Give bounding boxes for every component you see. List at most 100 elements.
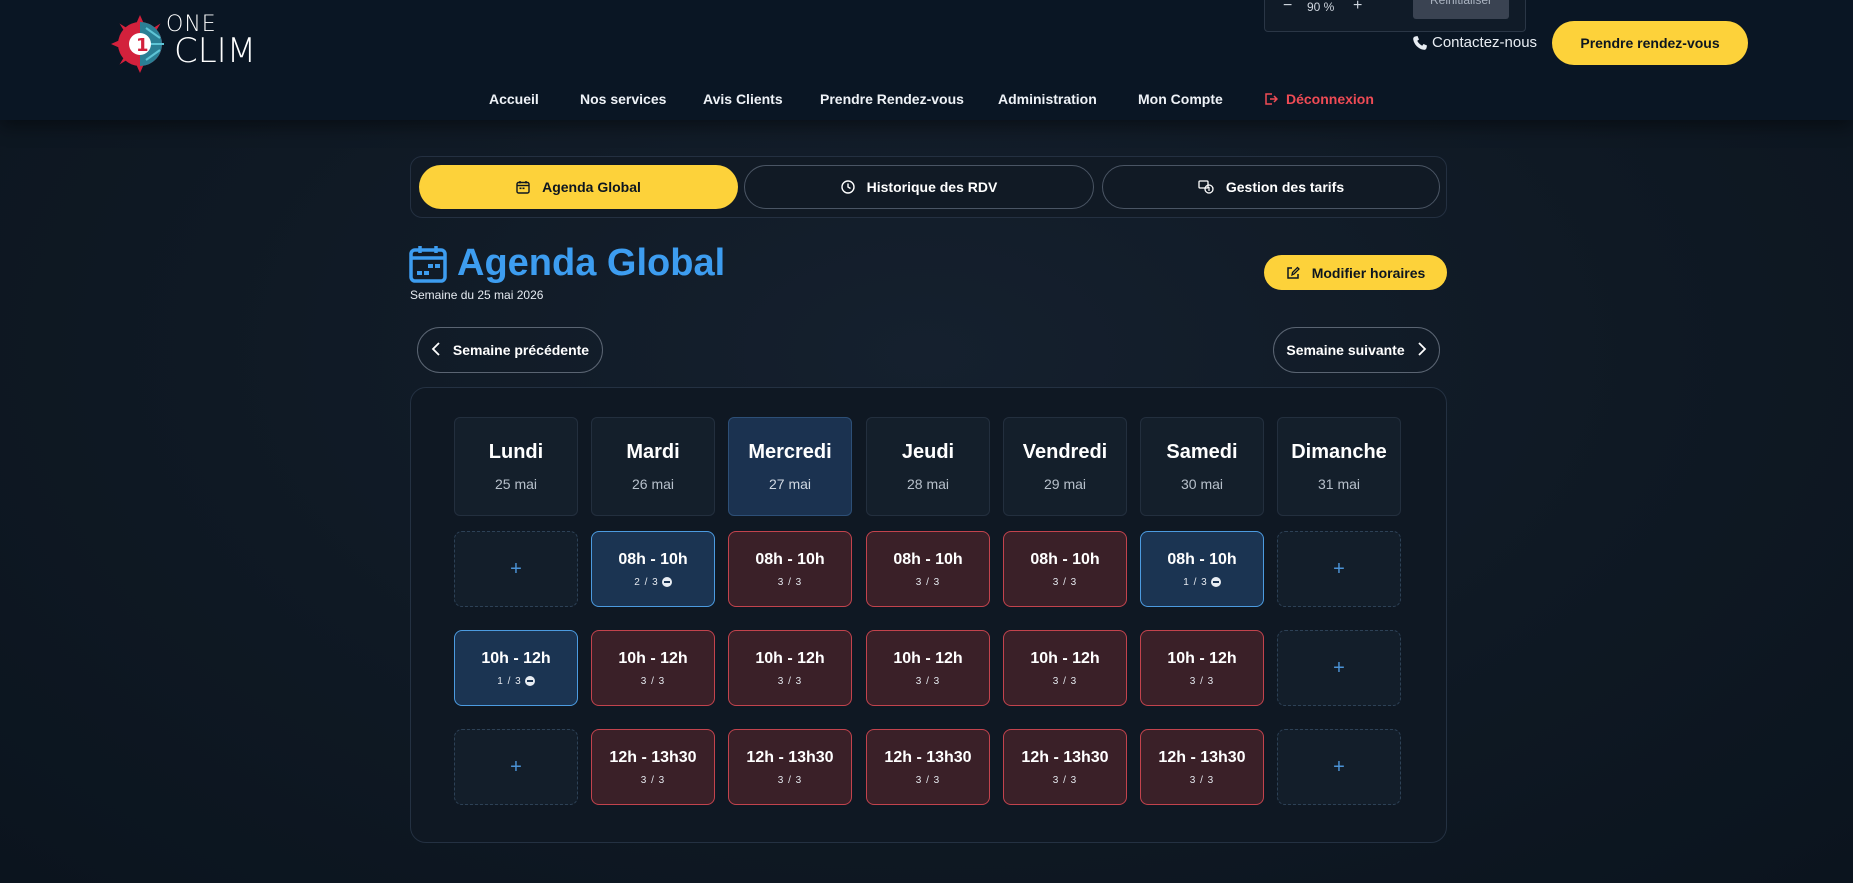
slot-count-value: 3 / 3 — [1189, 675, 1215, 687]
day-header-lundi: Lundi 25 mai — [454, 417, 578, 516]
calendar-icon — [409, 245, 447, 283]
slot-count-value: 3 / 3 — [1052, 774, 1078, 786]
zoom-level: 90 % — [1307, 0, 1335, 14]
nav-item-accueil[interactable]: Accueil — [489, 91, 539, 107]
day-header-jeudi: Jeudi 28 mai — [866, 417, 990, 516]
slot-full[interactable]: 08h - 10h 3 / 3 — [866, 531, 990, 607]
slot-capacity: 1 / 3 — [497, 675, 535, 687]
slot-full[interactable]: 08h - 10h 3 / 3 — [1003, 531, 1127, 607]
slot-capacity: 3 / 3 — [641, 775, 665, 786]
contact-link[interactable]: Contactez-nous — [1412, 34, 1537, 51]
day-date: 31 mai — [1317, 476, 1361, 492]
nav-item-prendre-rdv[interactable]: Prendre Rendez-vous — [820, 91, 964, 107]
slot-count-value: 3 / 3 — [777, 774, 803, 786]
nav-item-logout[interactable]: Déconnexion — [1264, 91, 1374, 107]
slot-full[interactable]: 12h - 13h30 3 / 3 — [1140, 729, 1264, 805]
prev-week-button[interactable]: Semaine précédente — [417, 327, 603, 373]
day-date: 29 mai — [1043, 476, 1087, 492]
slot-available[interactable]: 10h - 12h 1 / 3 — [454, 630, 578, 706]
day-header-samedi: Samedi 30 mai — [1140, 417, 1264, 516]
day-date: 30 mai — [1180, 476, 1224, 492]
slot-time: 08h - 10h — [1167, 550, 1237, 568]
slot-capacity: 3 / 3 — [1190, 775, 1214, 786]
day-date: 25 mai — [494, 476, 538, 492]
day-name: Samedi — [1166, 441, 1238, 463]
slot-count-value: 1 / 3 — [497, 675, 522, 687]
tab-tarifs-label: Gestion des tarifs — [1225, 179, 1345, 195]
slot-count-value: 3 / 3 — [1189, 774, 1215, 786]
slot-full[interactable]: 10h - 12h 3 / 3 — [1140, 630, 1264, 706]
zoom-reset-button[interactable]: Réinitialiser — [1413, 0, 1509, 19]
slot-time: 10h - 12h — [755, 649, 825, 667]
edit-hours-button[interactable]: Modifier horaires — [1264, 255, 1447, 290]
add-slot-button[interactable]: + — [1277, 729, 1401, 805]
slot-time: 10h - 12h — [893, 649, 963, 667]
nav-item-avis-clients[interactable]: Avis Clients — [703, 91, 783, 107]
site-header: 1 ONE CLIM − 90 % + Réinitialiser Contac… — [0, 0, 1853, 120]
next-week-label: Semaine suivante — [1286, 342, 1405, 358]
contact-label: Contactez-nous — [1432, 34, 1538, 51]
zoom-control: − 90 % + Réinitialiser — [1264, 0, 1526, 32]
week-subtitle: Semaine du 25 mai 2026 — [410, 288, 544, 302]
nav-item-mon-compte[interactable]: Mon Compte — [1138, 91, 1223, 107]
add-slot-button[interactable]: + — [454, 729, 578, 805]
slot-count-value: 3 / 3 — [1052, 576, 1078, 588]
slot-time: 12h - 13h30 — [1158, 748, 1246, 766]
add-slot-button[interactable]: + — [1277, 531, 1401, 607]
slot-time: 10h - 12h — [618, 649, 688, 667]
page-title-row: Agenda Global — [409, 242, 725, 285]
slot-count-value: 3 / 3 — [777, 576, 803, 588]
chevron-left-icon — [431, 341, 441, 359]
slot-available[interactable]: 08h - 10h 1 / 3 — [1140, 531, 1264, 607]
slot-full[interactable]: 12h - 13h30 3 / 3 — [728, 729, 852, 805]
day-header-mercredi: Mercredi 27 mai — [728, 417, 852, 516]
day-header-vendredi: Vendredi 29 mai — [1003, 417, 1127, 516]
add-slot-button[interactable]: + — [454, 531, 578, 607]
page-title: Agenda Global — [457, 242, 726, 284]
weekly-agenda: Lundi 25 mai Mardi 26 mai Mercredi 27 mai Jeud… — [410, 387, 1447, 843]
slot-capacity: 2 / 3 — [634, 576, 672, 588]
tab-historique-rdv[interactable]: Historique des RDV — [744, 165, 1094, 209]
slot-full[interactable]: 10h - 12h 3 / 3 — [591, 630, 715, 706]
edit-hours-label: Modifier horaires — [1311, 264, 1426, 281]
slot-available[interactable]: 08h - 10h 2 / 3 — [591, 531, 715, 607]
slot-capacity: 3 / 3 — [778, 775, 802, 786]
nav-item-services[interactable]: Nos services — [580, 91, 666, 107]
slot-count-value: 2 / 3 — [634, 576, 659, 588]
slot-full[interactable]: 12h - 13h30 3 / 3 — [866, 729, 990, 805]
admin-tabs: Agenda Global Historique des RDV Gestion… — [410, 156, 1447, 218]
slot-time: 10h - 12h — [1167, 649, 1237, 667]
tab-agenda-global[interactable]: Agenda Global — [419, 165, 738, 209]
slot-time: 08h - 10h — [1030, 550, 1100, 568]
slot-full[interactable]: 12h - 13h30 3 / 3 — [1003, 729, 1127, 805]
minus-circle-icon — [1210, 577, 1221, 587]
clock-icon — [840, 180, 855, 194]
day-name: Jeudi — [901, 441, 955, 463]
tab-gestion-tarifs[interactable]: Gestion des tarifs — [1102, 165, 1440, 209]
add-slot-button[interactable]: + — [1277, 630, 1401, 706]
slot-full[interactable]: 08h - 10h 3 / 3 — [728, 531, 852, 607]
zoom-out-button[interactable]: − — [1283, 0, 1292, 15]
slot-capacity: 3 / 3 — [916, 676, 940, 687]
slot-time: 08h - 10h — [618, 550, 688, 568]
phone-icon — [1413, 35, 1427, 50]
zoom-in-button[interactable]: + — [1353, 0, 1362, 15]
next-week-button[interactable]: Semaine suivante — [1273, 327, 1440, 373]
nav-item-administration[interactable]: Administration — [998, 91, 1097, 107]
slot-full[interactable]: 10h - 12h 3 / 3 — [1003, 630, 1127, 706]
slot-count-value: 3 / 3 — [915, 576, 941, 588]
day-header-mardi: Mardi 26 mai — [591, 417, 715, 516]
slot-time: 12h - 13h30 — [746, 748, 834, 766]
slot-count-value: 3 / 3 — [1052, 675, 1078, 687]
day-name: Vendredi — [1022, 441, 1108, 463]
book-appointment-button[interactable]: Prendre rendez-vous — [1552, 21, 1748, 65]
day-name: Mardi — [626, 441, 680, 463]
slot-full[interactable]: 12h - 13h30 3 / 3 — [591, 729, 715, 805]
plus-icon: + — [510, 755, 522, 778]
plus-icon: + — [1333, 755, 1345, 778]
day-name: Lundi — [488, 441, 544, 463]
slot-full[interactable]: 10h - 12h 3 / 3 — [866, 630, 990, 706]
slot-full[interactable]: 10h - 12h 3 / 3 — [728, 630, 852, 706]
slot-capacity: 3 / 3 — [916, 577, 940, 588]
prev-week-label: Semaine précédente — [452, 342, 590, 358]
